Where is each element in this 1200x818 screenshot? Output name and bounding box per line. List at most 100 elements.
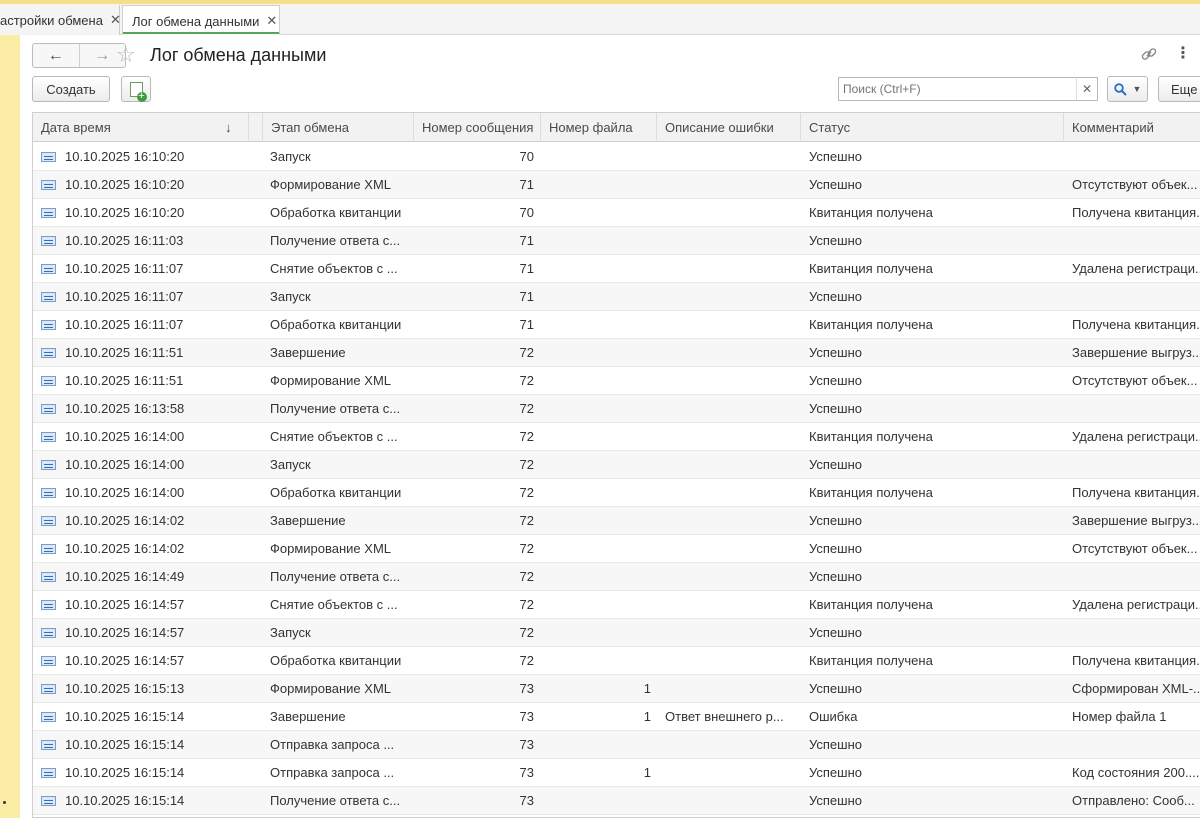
cell-message-no: 72 bbox=[519, 653, 534, 668]
cell-stage: Отправка запроса ... bbox=[270, 765, 395, 780]
cell-file-no bbox=[543, 451, 651, 479]
table-row[interactable]: 10.10.2025 16:11:51 Завершение 72 Успешно За… bbox=[33, 339, 1200, 367]
cell-message-no: 72 bbox=[519, 373, 534, 388]
cell-error bbox=[665, 787, 799, 815]
cell-error bbox=[665, 619, 799, 647]
cell-date: 10.10.2025 16:15:14 bbox=[65, 765, 185, 780]
cell-error bbox=[665, 479, 799, 507]
column-header-message-no[interactable]: Номер сообщения bbox=[414, 113, 541, 142]
table-row[interactable]: 10.10.2025 16:10:20 Обработка квитанции 70… bbox=[33, 199, 1200, 227]
cell-file-no bbox=[543, 507, 651, 535]
cell-file-no bbox=[543, 227, 651, 255]
back-button[interactable]: ← bbox=[33, 44, 79, 67]
cell-comment: Отправлено: Сооб... bbox=[1072, 793, 1195, 808]
cell-file-no bbox=[543, 395, 651, 423]
cell-message-no: 72 bbox=[519, 485, 534, 500]
table-row[interactable]: 10.10.2025 16:15:14 Отправка запроса ... 7… bbox=[33, 731, 1200, 759]
table-row[interactable]: 10.10.2025 16:14:02 Формирование XML 72 Усп… bbox=[33, 535, 1200, 563]
cell-error bbox=[665, 759, 799, 787]
cell-date: 10.10.2025 16:11:03 bbox=[65, 233, 184, 248]
clear-search-icon[interactable]: ✕ bbox=[1076, 77, 1098, 101]
column-header-error[interactable]: Описание ошибки bbox=[657, 113, 801, 142]
row-icon-cell bbox=[41, 283, 57, 311]
search-button[interactable]: ▼ bbox=[1107, 76, 1148, 102]
cell-date: 10.10.2025 16:10:20 bbox=[65, 205, 185, 220]
row-icon-cell bbox=[41, 647, 57, 675]
table-row[interactable]: 10.10.2025 16:11:07 Снятие объектов с ...… bbox=[33, 255, 1200, 283]
table-row[interactable]: 10.10.2025 16:14:49 Получение ответа с...… bbox=[33, 563, 1200, 591]
row-icon-cell bbox=[41, 199, 57, 227]
sort-down-icon[interactable]: ↓ bbox=[225, 113, 232, 142]
cell-file-no bbox=[543, 591, 651, 619]
cell-error bbox=[665, 199, 799, 227]
table-row[interactable]: 10.10.2025 16:11:51 Формирование XML 72 Усп… bbox=[33, 367, 1200, 395]
tab-strip: астройки обмена ✕ Лог обмена данными ✕ bbox=[0, 4, 1200, 36]
column-header-date[interactable]: Дата время bbox=[33, 113, 249, 142]
more-button[interactable]: Еще bbox=[1158, 76, 1200, 102]
column-header-file-no[interactable]: Номер файла bbox=[541, 113, 657, 142]
cell-comment: Получена квитанция... bbox=[1072, 485, 1200, 500]
table-row[interactable]: 10.10.2025 16:11:03 Получение ответа с...… bbox=[33, 227, 1200, 255]
table-row[interactable]: 10.10.2025 16:11:07 Обработка квитанции 71… bbox=[33, 311, 1200, 339]
table-row[interactable]: 10.10.2025 16:11:07 Запуск 71 Успешно bbox=[33, 283, 1200, 311]
table-row[interactable]: 10.10.2025 16:14:00 Снятие объектов с ...… bbox=[33, 423, 1200, 451]
cell-comment: Отсутствуют объек... bbox=[1072, 541, 1198, 556]
table-row[interactable]: 10.10.2025 16:15:14 Отправка запроса ... 7… bbox=[33, 759, 1200, 787]
cell-comment bbox=[1072, 563, 1200, 591]
cell-status: Успешно bbox=[809, 289, 862, 304]
log-record-icon bbox=[41, 684, 56, 694]
tab-exchange-log[interactable]: Лог обмена данными ✕ bbox=[122, 5, 280, 36]
column-header-comment[interactable]: Комментарий bbox=[1064, 113, 1200, 142]
close-icon[interactable]: ✕ bbox=[266, 13, 277, 29]
table-row[interactable]: 10.10.2025 16:14:02 Завершение 72 Успешно За… bbox=[33, 507, 1200, 535]
cell-status: Успешно bbox=[809, 765, 862, 780]
column-header-status[interactable]: Статус bbox=[801, 113, 1064, 142]
cell-date: 10.10.2025 16:14:49 bbox=[65, 569, 185, 584]
cell-status: Успешно bbox=[809, 541, 862, 556]
table-row[interactable]: 10.10.2025 16:15:14 Получение ответа с...… bbox=[33, 787, 1200, 815]
cell-status: Успешно bbox=[809, 373, 862, 388]
cell-message-no: 73 bbox=[519, 709, 534, 724]
table-row[interactable]: 10.10.2025 16:14:57 Снятие объектов с ...… bbox=[33, 591, 1200, 619]
cell-file-no bbox=[543, 255, 651, 283]
table-row[interactable]: 10.10.2025 16:10:20 Запуск 70 Успешно bbox=[33, 143, 1200, 171]
cell-stage: Запуск bbox=[270, 289, 311, 304]
table-row[interactable]: 10.10.2025 16:14:57 Обработка квитанции 72… bbox=[33, 647, 1200, 675]
table-row[interactable]: 10.10.2025 16:13:58 Получение ответа с...… bbox=[33, 395, 1200, 423]
log-record-icon bbox=[41, 572, 56, 582]
table-row[interactable]: 10.10.2025 16:14:00 Запуск 72 Успешно bbox=[33, 451, 1200, 479]
row-icon-cell bbox=[41, 563, 57, 591]
log-record-icon bbox=[41, 264, 56, 274]
cell-file-no bbox=[543, 619, 651, 647]
table-row[interactable]: 10.10.2025 16:15:13 Формирование XML 73 1 Ус… bbox=[33, 675, 1200, 703]
cell-error bbox=[665, 731, 799, 759]
cell-status: Квитанция получена bbox=[809, 205, 933, 220]
log-record-icon bbox=[41, 460, 56, 470]
more-vertical-icon[interactable]: ⋮ bbox=[1175, 43, 1191, 63]
table-row[interactable]: 10.10.2025 16:14:57 Запуск 72 Успешно bbox=[33, 619, 1200, 647]
cell-file-no: 1 bbox=[643, 709, 651, 724]
table-row[interactable]: 10.10.2025 16:14:00 Обработка квитанции 72… bbox=[33, 479, 1200, 507]
cell-status: Успешно bbox=[809, 345, 862, 360]
row-icon-cell bbox=[41, 451, 57, 479]
search-input[interactable] bbox=[838, 77, 1098, 101]
search-icon bbox=[1113, 82, 1127, 96]
link-icon[interactable] bbox=[1140, 45, 1158, 68]
row-icon-cell bbox=[41, 395, 57, 423]
table-row[interactable]: 10.10.2025 16:10:20 Формирование XML 71 Усп… bbox=[33, 171, 1200, 199]
row-icon-cell bbox=[41, 143, 57, 171]
cell-status: Успешно bbox=[809, 625, 862, 640]
add-document-button[interactable] bbox=[121, 76, 151, 102]
close-icon[interactable]: ✕ bbox=[110, 12, 121, 28]
cell-stage: Обработка квитанции bbox=[270, 485, 402, 500]
star-icon[interactable]: ☆ bbox=[116, 43, 136, 67]
cell-status: Квитанция получена bbox=[809, 429, 933, 444]
cell-message-no: 72 bbox=[519, 541, 534, 556]
table-row[interactable]: 10.10.2025 16:15:14 Завершение 73 1 Ответ вн… bbox=[33, 703, 1200, 731]
create-button[interactable]: Создать bbox=[32, 76, 110, 102]
cell-message-no: 70 bbox=[519, 149, 534, 164]
tab-exchange-settings[interactable]: астройки обмена ✕ bbox=[0, 5, 121, 35]
cell-file-no bbox=[543, 647, 651, 675]
row-icon-cell bbox=[41, 535, 57, 563]
column-header-stage[interactable]: Этап обмена bbox=[263, 113, 414, 142]
